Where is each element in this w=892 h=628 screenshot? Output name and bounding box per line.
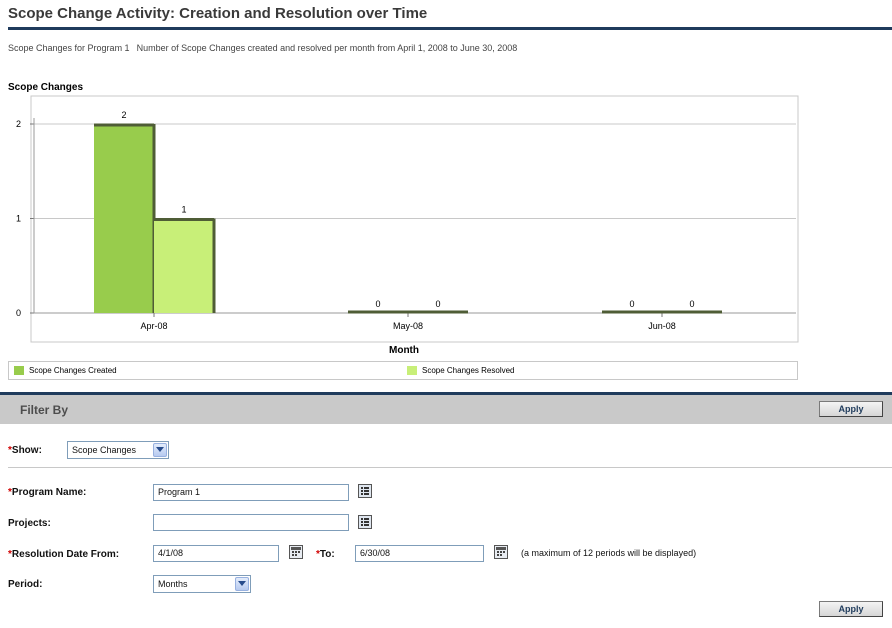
- period-select-value: Months: [158, 579, 188, 589]
- list-picker-icon[interactable]: [358, 515, 372, 529]
- y-tick-label: 0: [16, 308, 21, 318]
- show-label-text: Show:: [11, 445, 42, 456]
- program-name-label-text: Program Name:: [11, 487, 87, 498]
- bar-created: [94, 124, 154, 313]
- to-label: *To:: [316, 549, 335, 560]
- period-label: Period:: [8, 579, 43, 590]
- x-tick-label: Jun-08: [648, 321, 676, 331]
- bar-value-label: 0: [435, 299, 440, 309]
- x-tick-label: Apr-08: [140, 321, 167, 331]
- x-tick-label: May-08: [393, 321, 423, 331]
- bar-value-label: 0: [629, 299, 634, 309]
- bar-value-label: 0: [375, 299, 380, 309]
- chevron-down-icon[interactable]: [235, 577, 249, 591]
- legend-swatch-created: [14, 366, 24, 375]
- legend-item-created: Scope Changes Created: [14, 366, 117, 375]
- apply-button-bottom[interactable]: Apply: [819, 601, 883, 617]
- legend-label-resolved: Scope Changes Resolved: [422, 366, 515, 375]
- chart-legend: Scope Changes Created Scope Changes Reso…: [8, 361, 798, 380]
- resolution-date-to-input[interactable]: 6/30/08: [355, 545, 484, 562]
- apply-button-top[interactable]: Apply: [819, 401, 883, 417]
- projects-label: Projects:: [8, 518, 51, 529]
- bar-value-label: 1: [181, 205, 186, 215]
- show-select-value: Scope Changes: [72, 445, 137, 455]
- filter-separator: [8, 467, 892, 468]
- legend-label-created: Scope Changes Created: [29, 366, 117, 375]
- calendar-icon[interactable]: [289, 545, 303, 559]
- period-select[interactable]: Months: [153, 575, 251, 593]
- program-name-label: *Program Name:: [8, 487, 86, 498]
- program-name-input[interactable]: Program 1: [153, 484, 349, 501]
- resolution-date-from-label-text: Resolution Date From:: [11, 549, 120, 560]
- y-tick-label: 2: [16, 119, 21, 129]
- show-label: *Show:: [8, 445, 42, 456]
- show-select[interactable]: Scope Changes: [67, 441, 169, 459]
- resolution-date-from-label: *Resolution Date From:: [8, 549, 119, 560]
- calendar-icon[interactable]: [494, 545, 508, 559]
- resolution-date-from-input[interactable]: 4/1/08: [153, 545, 279, 562]
- bar-value-label: 0: [689, 299, 694, 309]
- legend-swatch-resolved: [407, 366, 417, 375]
- bar-chart: 0 1 2 Apr-08 May-08 Jun-08 2 1 0 0 0 0 Month: [16, 95, 799, 356]
- to-label-text: To:: [319, 549, 335, 560]
- bar-value-label: 2: [121, 110, 126, 120]
- y-tick-label: 1: [16, 214, 21, 224]
- chart-x-axis-label: Month: [389, 345, 419, 356]
- bar-resolved: [154, 218, 214, 313]
- periods-note: (a maximum of 12 periods will be display…: [521, 548, 697, 558]
- filter-header-bar: [0, 395, 892, 424]
- projects-input[interactable]: [153, 514, 349, 531]
- list-picker-icon[interactable]: [358, 484, 372, 498]
- filter-title: Filter By: [20, 403, 69, 417]
- chevron-down-icon[interactable]: [153, 443, 167, 457]
- legend-item-resolved: Scope Changes Resolved: [407, 366, 515, 375]
